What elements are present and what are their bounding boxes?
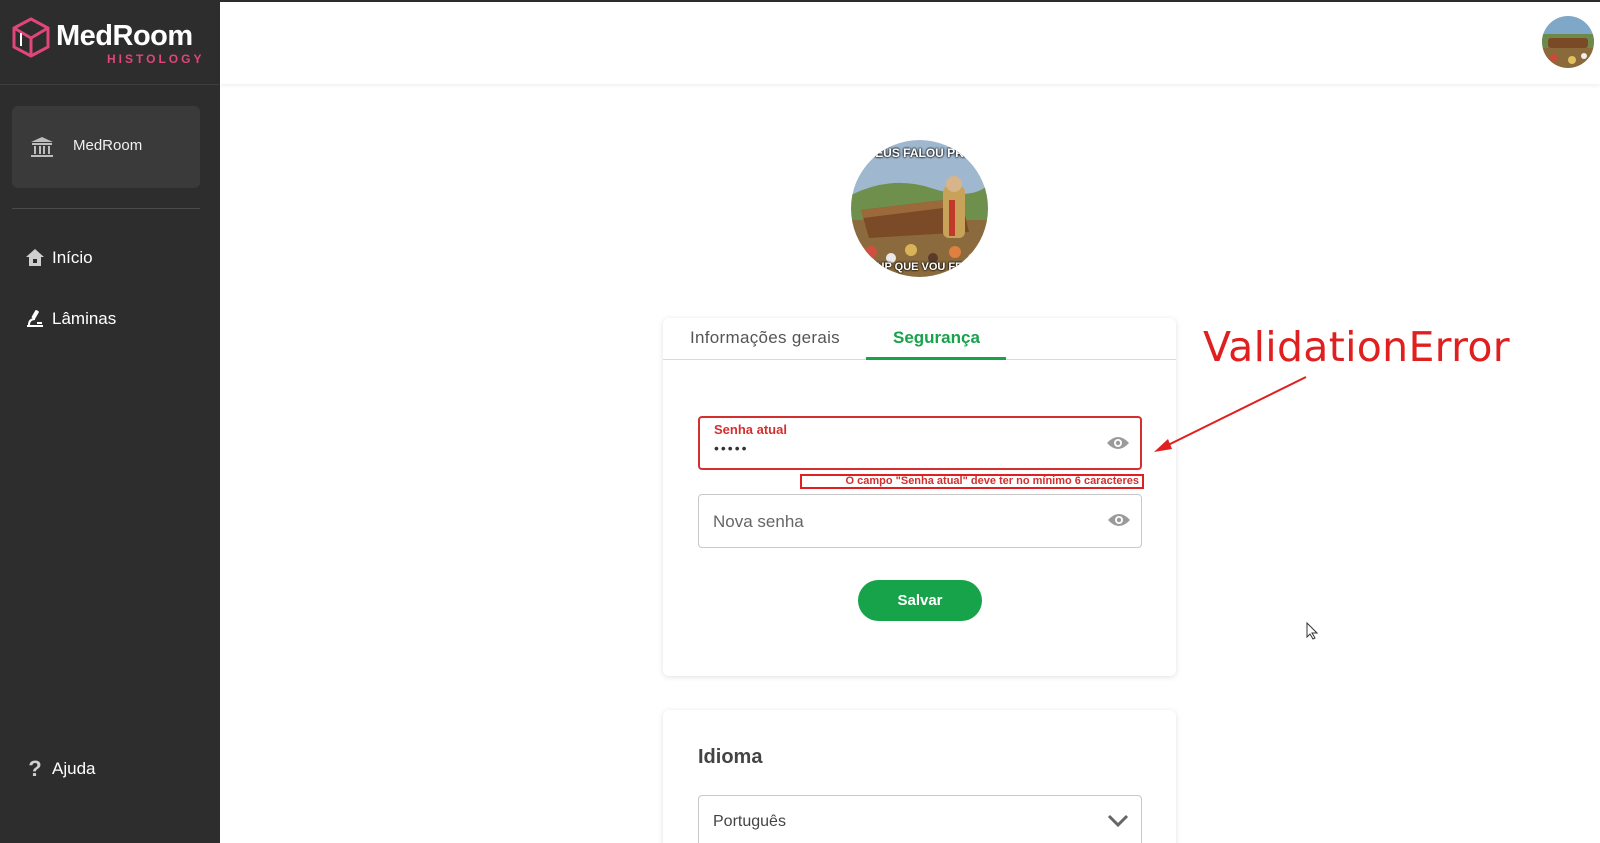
language-title: Idioma bbox=[698, 746, 763, 768]
topbar bbox=[220, 2, 1600, 84]
brand-logo[interactable]: MedRoom HISTOLOGY bbox=[10, 14, 210, 70]
microscope-icon bbox=[24, 308, 46, 330]
profile-avatar[interactable]: DEUS FALOU PRA ...UP QUE VOU FE... bbox=[851, 140, 988, 277]
active-tab-indicator bbox=[866, 357, 1006, 360]
brand-name: MedRoom bbox=[56, 20, 193, 52]
sidebar-item-label: Ajuda bbox=[52, 759, 96, 778]
avatar-caption-top: DEUS FALOU PRA bbox=[866, 146, 973, 160]
avatar-image bbox=[1542, 16, 1594, 68]
annotation-label: ValidationError bbox=[1203, 323, 1510, 371]
current-password-label: Senha atual bbox=[714, 422, 787, 437]
new-password-placeholder[interactable]: Nova senha bbox=[713, 512, 804, 532]
current-password-value[interactable]: ••••• bbox=[714, 440, 749, 456]
divider bbox=[12, 208, 200, 209]
brand-subtitle: HISTOLOGY bbox=[107, 52, 205, 66]
question-icon: ? bbox=[28, 756, 42, 781]
chevron-down-icon bbox=[1107, 814, 1129, 828]
divider bbox=[0, 84, 220, 85]
user-avatar[interactable] bbox=[1542, 16, 1594, 68]
eye-icon[interactable] bbox=[1107, 512, 1131, 528]
cube-logo-icon bbox=[12, 17, 50, 58]
annotation-arrow-icon bbox=[1154, 376, 1307, 452]
sidebar-item-inicio[interactable]: Início bbox=[24, 244, 93, 272]
current-password-field[interactable]: Senha atual ••••• bbox=[698, 416, 1142, 470]
mouse-cursor-icon bbox=[1306, 622, 1318, 640]
sidebar-item-laminas[interactable]: Lâminas bbox=[24, 305, 116, 333]
language-select[interactable]: Português bbox=[698, 795, 1142, 843]
eye-icon[interactable] bbox=[1106, 435, 1130, 451]
avatar-image bbox=[851, 140, 988, 277]
sidebar-item-label: Início bbox=[52, 248, 93, 267]
tab-informacoes-gerais[interactable]: Informações gerais bbox=[690, 328, 840, 348]
language-card: Idioma Português bbox=[663, 710, 1176, 843]
sidebar-item-label: Lâminas bbox=[52, 309, 117, 328]
tab-bar: Informações gerais Segurança bbox=[663, 318, 1176, 360]
sidebar-item-ajuda[interactable]: ? Ajuda bbox=[24, 755, 95, 783]
institution-icon bbox=[31, 137, 53, 157]
sidebar: MedRoom HISTOLOGY MedRoom Início Lâminas… bbox=[0, 0, 220, 843]
institution-card[interactable]: MedRoom bbox=[12, 106, 200, 188]
new-password-field[interactable]: Nova senha bbox=[698, 494, 1142, 548]
tab-seguranca[interactable]: Segurança bbox=[893, 328, 980, 348]
institution-label: MedRoom bbox=[73, 137, 143, 154]
home-icon bbox=[24, 247, 46, 269]
language-selected-value: Português bbox=[713, 813, 786, 830]
validation-error-message: O campo "Senha atual" deve ter no mínimo… bbox=[800, 474, 1144, 489]
avatar-caption-bottom: ...UP QUE VOU FE... bbox=[867, 261, 972, 273]
settings-card: Informações gerais Segurança Senha atual… bbox=[663, 318, 1176, 676]
save-button[interactable]: Salvar bbox=[858, 580, 982, 621]
